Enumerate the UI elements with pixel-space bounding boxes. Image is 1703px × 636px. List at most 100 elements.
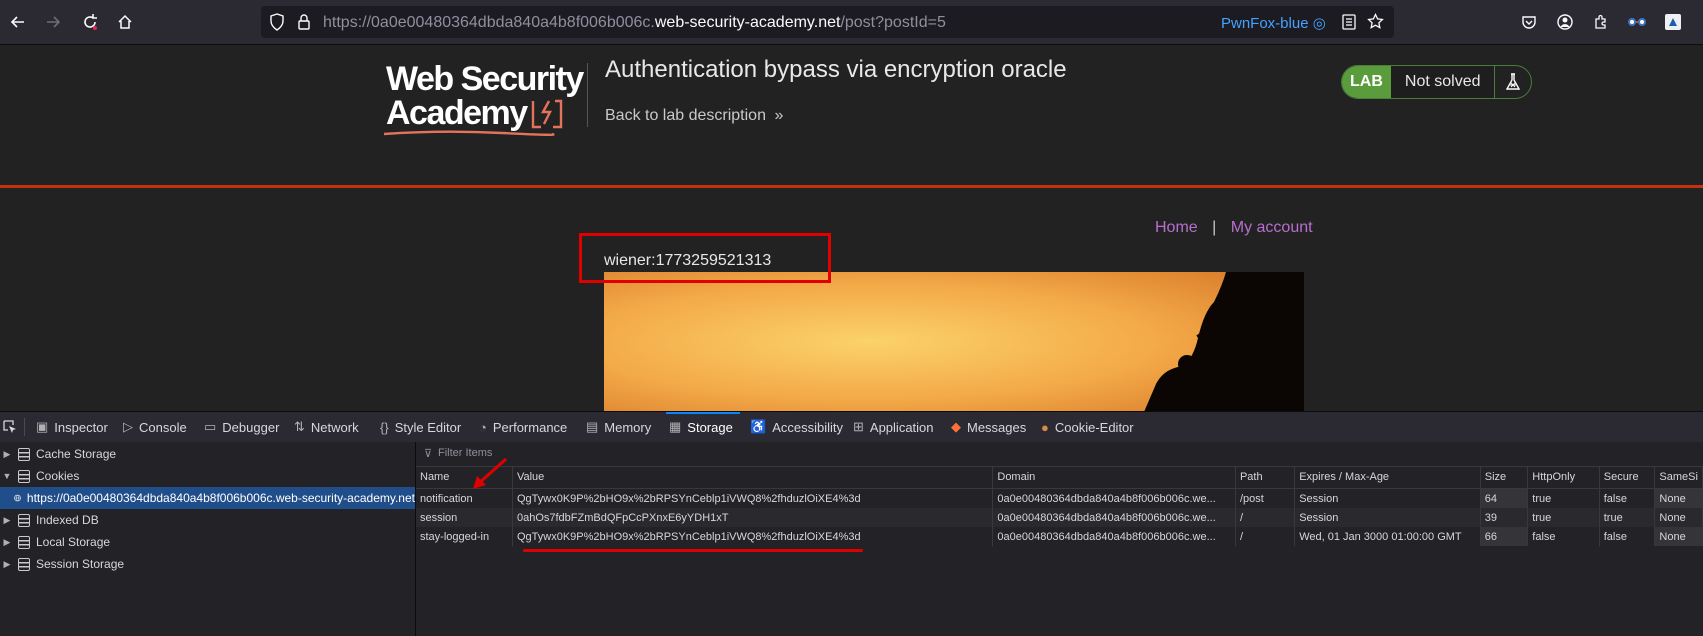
lock-icon[interactable] (297, 13, 311, 36)
column-header[interactable]: Value (512, 466, 994, 489)
account-icon[interactable] (1553, 10, 1577, 34)
storage-sidebar: ▶ Cache Storage ▼ Cookies https://0a0e0048… (0, 442, 416, 636)
expand-arrow-icon[interactable]: ▶ (0, 537, 14, 548)
forward-arrow-icon[interactable] (41, 10, 65, 34)
back-to-lab-link[interactable]: Back to lab description » (605, 107, 783, 125)
cell[interactable]: false (1599, 527, 1656, 546)
column-header[interactable]: Expires / Max-Age (1294, 466, 1481, 489)
container-label[interactable]: PwnFox-blue ◎ (1221, 14, 1326, 32)
database-icon (18, 513, 30, 527)
tab-accessibility[interactable]: ♿ Accessibility (750, 412, 843, 442)
top-nav: Home | My account (1155, 219, 1313, 237)
tab-memory[interactable]: ▤ Memory (586, 412, 651, 442)
column-header[interactable]: Domain (992, 466, 1236, 489)
tab-messages[interactable]: ◆ Messages (951, 412, 1026, 442)
extensions-icon[interactable] (1589, 10, 1613, 34)
tab-debugger[interactable]: ▭ Debugger (204, 412, 279, 442)
tree-cache-storage[interactable]: ▶ Cache Storage (0, 443, 415, 465)
column-header[interactable]: Path (1235, 466, 1296, 489)
cookie-table-panel: ⊽ Filter Items Name Value Domain Path Ex… (416, 442, 1703, 636)
accessibility-icon: ♿ (750, 419, 767, 434)
tree-indexed-db[interactable]: ▶ Indexed DB (0, 509, 415, 531)
cell[interactable]: false (1527, 527, 1600, 546)
tab-application[interactable]: ⊞ Application (853, 412, 934, 442)
nav-my-account-link[interactable]: My account (1231, 219, 1313, 236)
cell[interactable]: None (1654, 527, 1703, 546)
cell[interactable]: 0a0e00480364dbda840a4b8f006b006c.we... (992, 527, 1236, 546)
cell[interactable]: None (1654, 508, 1703, 527)
cell[interactable]: Wed, 01 Jan 3000 01:00:00 GMT (1294, 527, 1481, 546)
collapse-arrow-icon[interactable]: ▼ (0, 471, 14, 481)
cell[interactable]: Session (1294, 488, 1481, 508)
column-header[interactable]: Size (1480, 466, 1529, 489)
lab-status-badge: LAB Not solved (1341, 65, 1533, 99)
cell[interactable]: None (1654, 488, 1703, 508)
column-header[interactable]: SameSi (1654, 466, 1703, 489)
nav-home-link[interactable]: Home (1155, 219, 1198, 236)
tree-local-storage[interactable]: ▶ Local Storage (0, 531, 415, 553)
application-icon: ⊞ (853, 419, 864, 434)
tab-console[interactable]: ▷ Console (123, 412, 187, 442)
cell[interactable]: true (1599, 508, 1656, 527)
cell[interactable]: stay-logged-in (416, 527, 513, 546)
tree-cookie-host[interactable]: https://0a0e00480364dbda840a4b8f006b006c… (0, 487, 415, 509)
tab-style-editor[interactable]: {} Style Editor (380, 412, 461, 442)
cookie-editor-extension-icon[interactable] (1661, 10, 1685, 34)
cell[interactable]: Session (1294, 508, 1481, 527)
column-header[interactable]: HttpOnly (1527, 466, 1600, 489)
cell[interactable]: 0a0e00480364dbda840a4b8f006b006c.we... (992, 508, 1236, 527)
tab-inspector[interactable]: ▣ Inspector (36, 412, 108, 442)
cell[interactable]: QgTywx0K9P%2bHO9x%2bRPSYnCeblp1iVWQ8%2fh… (512, 488, 994, 508)
tab-network[interactable]: ⇅ Network (294, 412, 359, 442)
reader-view-icon[interactable] (1342, 14, 1356, 35)
table-row[interactable]: stay-logged-in QgTywx0K9P%2bHO9x%2bRPSYn… (416, 527, 1703, 546)
column-header[interactable]: Secure (1599, 466, 1656, 489)
cell[interactable]: /post (1235, 488, 1296, 508)
cell[interactable]: 0ahOs7fdbFZmBdQFpCcPXnxE6yYDH1xT (512, 508, 994, 527)
back-arrow-icon[interactable] (6, 10, 30, 34)
annotation-arrow-icon (473, 457, 507, 489)
reload-icon[interactable] (78, 10, 102, 34)
table-row[interactable]: notification QgTywx0K9P%2bHO9x%2bRPSYnCe… (416, 488, 1703, 508)
expand-arrow-icon[interactable]: ▶ (0, 515, 14, 526)
pwnfox-icon[interactable] (1625, 10, 1649, 34)
url-text[interactable]: https://0a0e00480364dbda840a4b8f006b006c… (323, 14, 946, 32)
cookie-icon: ● (1041, 419, 1049, 435)
cell[interactable]: 39 (1480, 508, 1529, 527)
cell[interactable]: / (1235, 508, 1296, 527)
browser-toolbar: https://0a0e00480364dbda840a4b8f006b006c… (0, 0, 1703, 45)
storage-icon: ▦ (669, 419, 682, 434)
page-content: Web Security Academy Authentication bypa… (0, 45, 1703, 411)
cell[interactable]: true (1527, 508, 1600, 527)
web-security-academy-logo[interactable]: Web Security Academy (383, 62, 584, 136)
home-icon[interactable] (113, 10, 137, 34)
cell[interactable]: 64 (1480, 488, 1529, 508)
expand-arrow-icon[interactable]: ▶ (0, 559, 14, 570)
cell[interactable]: true (1527, 488, 1600, 508)
bookmark-star-icon[interactable] (1367, 12, 1384, 35)
tab-performance[interactable]: ◔ Performance (479, 412, 567, 442)
style-editor-icon: {} (380, 419, 389, 435)
tab-cookie-editor[interactable]: ● Cookie-Editor (1041, 412, 1134, 442)
url-bar[interactable]: https://0a0e00480364dbda840a4b8f006b006c… (261, 6, 1394, 38)
shield-icon[interactable] (269, 13, 285, 36)
cell[interactable]: session (416, 508, 513, 527)
lab-title: Authentication bypass via encryption ora… (605, 56, 1067, 83)
cell[interactable]: false (1599, 488, 1656, 508)
pocket-icon[interactable] (1517, 10, 1541, 34)
cell[interactable]: / (1235, 527, 1296, 546)
lab-status-text: Not solved (1390, 66, 1495, 98)
tree-session-storage[interactable]: ▶ Session Storage (0, 553, 415, 575)
lab-label: LAB (1342, 66, 1391, 98)
filter-items-input[interactable]: ⊽ Filter Items (416, 442, 1703, 467)
cell[interactable]: 0a0e00480364dbda840a4b8f006b006c.we... (992, 488, 1236, 508)
tab-storage[interactable]: ▦ Storage (669, 412, 733, 442)
cell[interactable]: QgTywx0K9P%2bHO9x%2bRPSYnCeblp1iVWQ8%2fh… (512, 527, 994, 546)
cell[interactable]: 66 (1480, 527, 1529, 546)
element-picker-icon[interactable] (2, 412, 18, 442)
tree-cookies[interactable]: ▼ Cookies (0, 465, 415, 487)
header-rule (0, 185, 1703, 188)
active-tab-indicator (666, 412, 740, 414)
expand-arrow-icon[interactable]: ▶ (0, 449, 14, 460)
table-row[interactable]: session 0ahOs7fdbFZmBdQFpCcPXnxE6yYDH1xT… (416, 508, 1703, 527)
